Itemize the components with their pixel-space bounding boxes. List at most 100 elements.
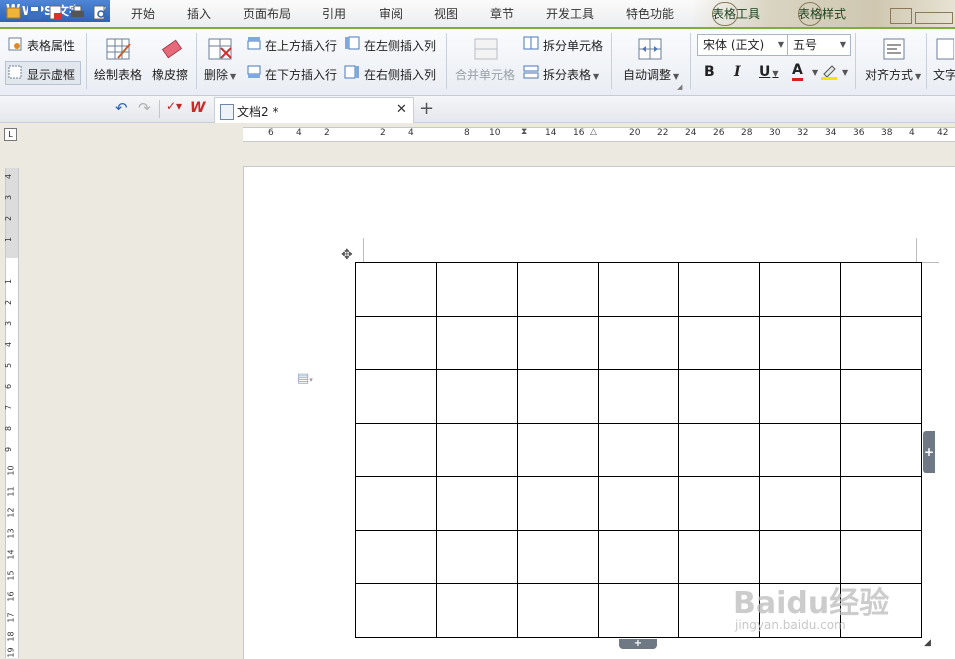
bold-button[interactable]: B xyxy=(704,64,715,80)
tab-document[interactable]: 文档2 * ✕ xyxy=(214,97,414,123)
indent-marker-icon[interactable]: ⧗ xyxy=(521,127,527,137)
table-cell[interactable] xyxy=(678,422,761,478)
table-cell[interactable] xyxy=(355,369,437,424)
menu-chapter[interactable]: 章节 xyxy=(490,5,514,22)
horizontal-ruler[interactable]: 6 4 2 2 4 8 10 14 16 20 22 24 26 28 30 3… xyxy=(243,127,955,142)
highlight-icon[interactable] xyxy=(820,62,838,80)
table-cell[interactable] xyxy=(759,422,842,478)
insert-row-above-button[interactable]: 在上方插入行 xyxy=(265,37,337,54)
menu-table-style[interactable]: 表格样式 xyxy=(798,5,846,22)
insert-row-below-button[interactable]: 在下方插入行 xyxy=(265,66,337,83)
table-cell[interactable] xyxy=(597,422,680,478)
table-cell[interactable] xyxy=(516,529,599,585)
table-cell[interactable] xyxy=(678,476,761,531)
table-cell[interactable] xyxy=(840,315,922,371)
align-button[interactable]: 对齐方式 ▼ xyxy=(865,66,921,83)
table-cell[interactable] xyxy=(435,369,518,424)
table-cell[interactable] xyxy=(516,476,599,531)
table-cell[interactable] xyxy=(678,529,761,585)
menu-home[interactable]: 开始 xyxy=(131,5,155,22)
table-cell[interactable] xyxy=(516,369,599,424)
table-cell[interactable] xyxy=(435,476,518,531)
table-cell[interactable] xyxy=(840,476,922,531)
table-cell[interactable] xyxy=(355,315,437,371)
table-cell[interactable] xyxy=(355,583,437,638)
font-name-select[interactable]: 宋体 (正文) ▼ xyxy=(697,34,789,56)
redo-icon[interactable]: ↷ xyxy=(138,99,151,117)
paste-options-icon[interactable]: ▤▾ xyxy=(297,371,313,386)
table-cell[interactable] xyxy=(355,476,437,531)
dialog-launcher-icon[interactable]: ◢ xyxy=(677,83,682,91)
table-cell[interactable] xyxy=(759,476,842,531)
table-cell[interactable] xyxy=(597,315,680,371)
menu-table-tools[interactable]: 表格工具 xyxy=(712,5,760,22)
print-preview-icon[interactable] xyxy=(92,5,107,20)
table-cell[interactable] xyxy=(435,422,518,478)
table-cell[interactable] xyxy=(355,529,437,585)
table-cell[interactable] xyxy=(678,262,761,317)
table-cell[interactable] xyxy=(678,369,761,424)
table-cell[interactable] xyxy=(678,315,761,371)
menu-page-layout[interactable]: 页面布局 xyxy=(243,5,291,22)
table-resize-handle-icon[interactable]: ◢ xyxy=(924,638,931,648)
insert-column-right-button[interactable]: 在右侧插入列 xyxy=(364,66,436,83)
table-cell[interactable] xyxy=(516,262,599,317)
table-cell[interactable] xyxy=(597,476,680,531)
export-pdf-icon[interactable] xyxy=(48,5,63,20)
menu-view[interactable]: 视图 xyxy=(434,5,458,22)
menu-developer[interactable]: 开发工具 xyxy=(546,5,594,22)
underline-button[interactable]: U ▼ xyxy=(759,64,779,80)
draw-table-button[interactable]: 绘制表格 xyxy=(94,66,142,83)
table-cell[interactable] xyxy=(840,369,922,424)
table-cell[interactable] xyxy=(355,422,437,478)
undo-icon[interactable]: ↶ xyxy=(115,99,128,117)
eraser-button[interactable]: 橡皮擦 xyxy=(152,66,188,83)
table-cell[interactable] xyxy=(597,583,680,638)
open-folder-icon[interactable] xyxy=(6,5,21,20)
right-indent-marker-icon[interactable]: △ xyxy=(590,127,597,137)
table-cell[interactable] xyxy=(840,422,922,478)
menu-review[interactable]: 审阅 xyxy=(379,5,403,22)
insert-column-left-button[interactable]: 在左侧插入列 xyxy=(364,37,436,54)
menu-special[interactable]: 特色功能 xyxy=(626,5,674,22)
close-icon[interactable]: ✕ xyxy=(396,102,407,117)
table-cell[interactable] xyxy=(840,529,922,585)
new-tab-button[interactable]: + xyxy=(419,98,434,119)
menu-references[interactable]: 引用 xyxy=(322,5,346,22)
table-cell[interactable] xyxy=(597,262,680,317)
table-move-handle-icon[interactable]: ✥ xyxy=(341,247,353,263)
split-cells-button[interactable]: 拆分单元格 xyxy=(543,37,603,54)
auto-fit-button[interactable]: 自动调整 ▼ xyxy=(623,66,679,83)
merge-cells-button[interactable]: 合并单元格 xyxy=(455,66,515,83)
text-direction-button[interactable]: 文字 xyxy=(933,66,955,83)
print-icon[interactable] xyxy=(70,5,85,20)
font-color-button[interactable]: A xyxy=(792,62,803,81)
table-cell[interactable] xyxy=(759,262,842,317)
table-cell[interactable] xyxy=(597,529,680,585)
delete-button[interactable]: 删除 ▼ xyxy=(204,66,236,83)
chevron-down-icon[interactable]: ▼ xyxy=(812,68,818,77)
font-size-select[interactable]: 五号 ▼ xyxy=(787,34,851,56)
table-cell[interactable] xyxy=(516,583,599,638)
table-cell[interactable] xyxy=(759,315,842,371)
more-options-icon[interactable]: ✓▾ xyxy=(166,99,182,113)
menu-insert[interactable]: 插入 xyxy=(187,5,211,22)
italic-button[interactable]: I xyxy=(734,64,741,80)
tab-stop-selector[interactable]: L xyxy=(4,128,17,141)
table-cell[interactable] xyxy=(435,529,518,585)
add-column-button[interactable]: + xyxy=(923,431,935,473)
table-cell[interactable] xyxy=(516,422,599,478)
table-cell[interactable] xyxy=(435,583,518,638)
chevron-down-icon[interactable]: ▼ xyxy=(842,68,848,77)
table-properties-button[interactable]: 表格属性 xyxy=(27,37,75,54)
table-cell[interactable] xyxy=(597,369,680,424)
table-cell[interactable] xyxy=(435,262,518,317)
save-icon[interactable] xyxy=(27,5,42,20)
table-cell[interactable] xyxy=(355,262,437,317)
split-table-button[interactable]: 拆分表格 ▼ xyxy=(543,66,599,83)
table-cell[interactable] xyxy=(759,529,842,585)
table-cell[interactable] xyxy=(840,262,922,317)
table-cell[interactable] xyxy=(435,315,518,371)
table-cell[interactable] xyxy=(759,369,842,424)
wps-brand-icon[interactable]: W xyxy=(190,100,205,116)
